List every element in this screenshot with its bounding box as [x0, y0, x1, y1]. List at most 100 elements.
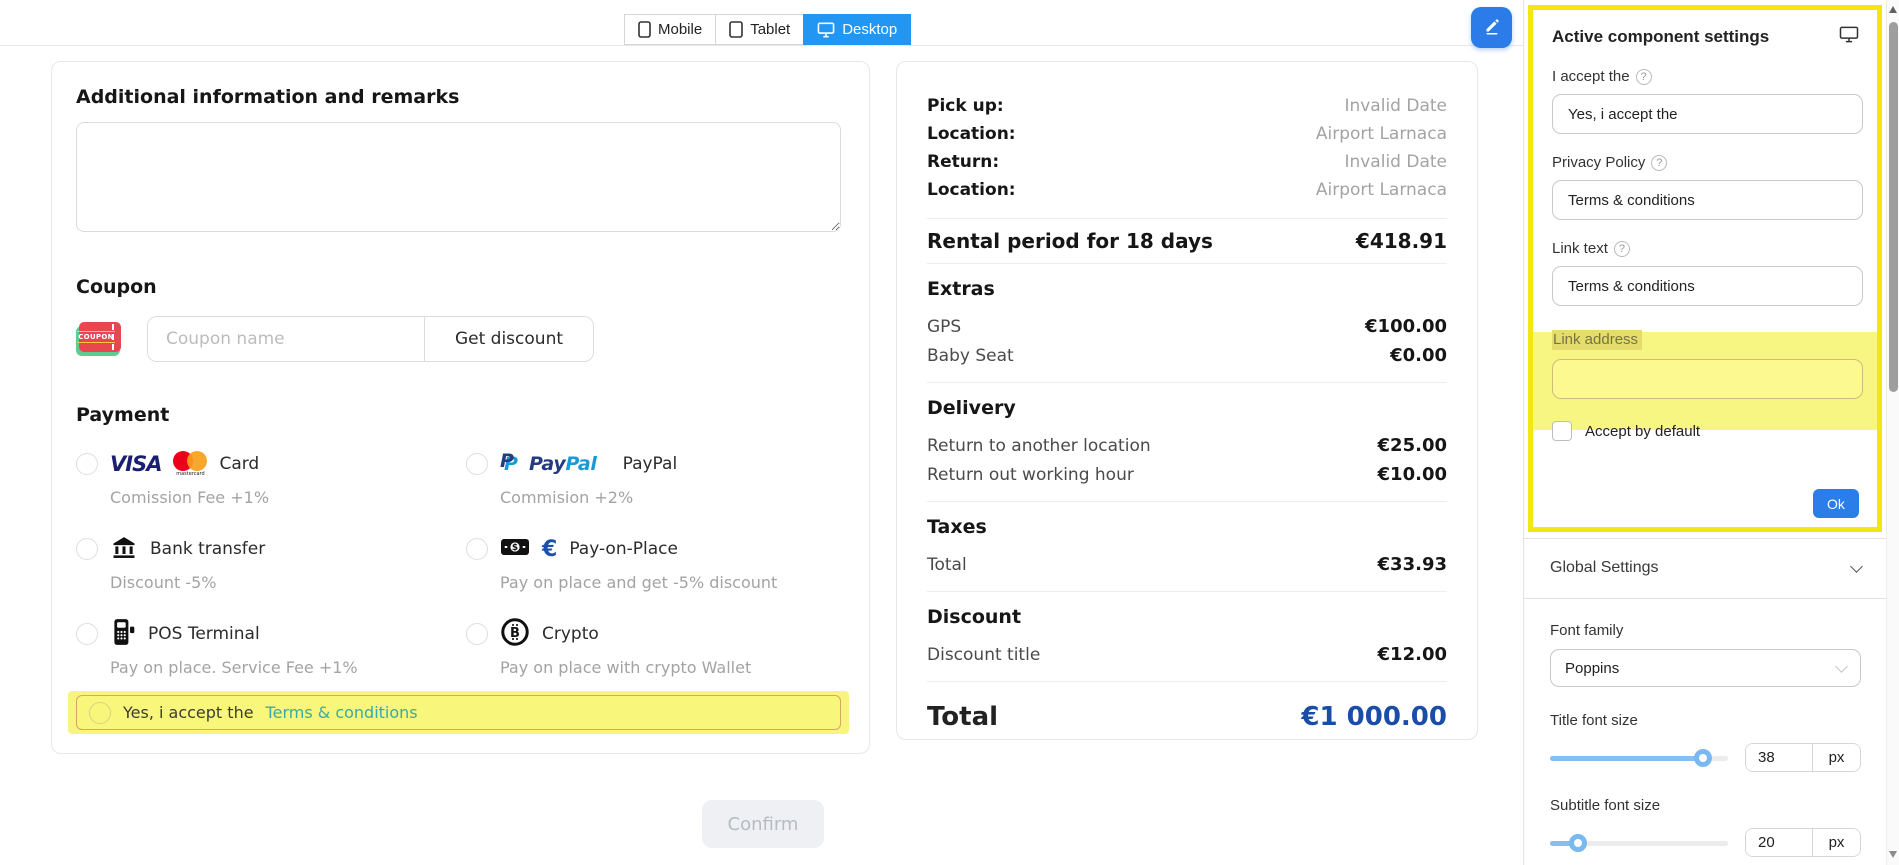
link-text-input[interactable]: [1552, 266, 1863, 306]
bank-transfer-caption: Discount -5%: [110, 573, 466, 592]
global-settings-content: Font family Poppins Title font size 38 p…: [1550, 622, 1861, 865]
svg-text:$: $: [512, 543, 518, 553]
crypto-radio[interactable]: [466, 623, 488, 645]
visa-logo: VISA: [110, 452, 161, 476]
accept-by-default-label: Accept by default: [1585, 423, 1700, 440]
device-desktop-button[interactable]: Desktop: [803, 14, 911, 45]
device-mobile-label: Mobile: [658, 21, 702, 38]
title-font-size-value[interactable]: 38: [1746, 744, 1812, 771]
topbar: Mobile Tablet Desktop: [0, 0, 1523, 46]
font-family-label: Font family: [1550, 622, 1861, 639]
mastercard-logo: mastercard: [173, 451, 207, 477]
subtitle-font-size-value[interactable]: 20: [1746, 829, 1812, 856]
mobile-icon: [638, 21, 651, 38]
pencil-icon: [1481, 15, 1503, 40]
get-discount-button[interactable]: Get discount: [424, 317, 593, 361]
title-font-size-slider[interactable]: [1550, 749, 1728, 767]
bitcoin-icon: B: [500, 617, 530, 651]
slider-thumb[interactable]: [1694, 749, 1712, 767]
pos-terminal-label: POS Terminal: [148, 624, 260, 644]
checkout-form-card: Additional information and remarks Coupo…: [51, 61, 870, 754]
chevron-down-icon: [1850, 560, 1863, 573]
help-icon[interactable]: ?: [1636, 69, 1652, 85]
device-desktop-label: Desktop: [842, 21, 897, 38]
monitor-icon[interactable]: [1839, 26, 1859, 48]
title-font-size-value-group: 38 px: [1745, 743, 1861, 772]
pay-on-place-caption: Pay on place and get -5% discount: [500, 573, 845, 592]
card-caption: Comission Fee +1%: [110, 488, 466, 507]
px-unit: px: [1812, 744, 1860, 771]
banknote-icon: $: [500, 536, 530, 562]
extras-title: Extras: [927, 278, 1447, 300]
edit-component-button[interactable]: [1471, 7, 1512, 48]
privacy-policy-input[interactable]: [1552, 180, 1863, 220]
privacy-field-label-row: Privacy Policy ?: [1552, 154, 1859, 171]
device-tablet-button[interactable]: Tablet: [715, 14, 803, 45]
coupon-name-input[interactable]: [148, 317, 424, 361]
link-address-label: Link address: [1552, 330, 1642, 350]
help-icon[interactable]: ?: [1614, 241, 1630, 257]
subtitle-font-size-value-group: 20 px: [1745, 828, 1861, 857]
bank-transfer-label: Bank transfer: [150, 539, 265, 559]
settings-panel: Active component settings I accept the ?…: [1523, 0, 1899, 865]
chevron-down-icon: [1835, 660, 1848, 673]
pay-on-place-radio[interactable]: [466, 538, 488, 560]
payment-option-crypto: B Crypto Pay on place with crypto Wallet: [466, 616, 845, 677]
scrollbar-thumb[interactable]: [1889, 22, 1898, 392]
pos-terminal-icon: [110, 618, 136, 650]
payment-title: Payment: [76, 404, 845, 426]
font-family-select[interactable]: Poppins: [1550, 649, 1861, 687]
terms-conditions-link[interactable]: Terms & conditions: [266, 703, 418, 722]
coupon-title: Coupon: [76, 276, 845, 298]
delivery-row-another-location: Return to another location €25.00: [927, 431, 1447, 460]
bank-transfer-radio[interactable]: [76, 538, 98, 560]
pos-terminal-radio[interactable]: [76, 623, 98, 645]
panel-scrollbar[interactable]: [1886, 0, 1899, 865]
px-unit: px: [1812, 829, 1860, 856]
link-address-input[interactable]: [1552, 359, 1863, 399]
rental-period-row: Rental period for 18 days €418.91: [927, 219, 1447, 263]
remarks-title: Additional information and remarks: [76, 86, 845, 108]
title-font-size-row: 38 px: [1550, 743, 1861, 772]
payment-methods-grid: VISA mastercard Card Comission Fee +1% P…: [76, 446, 845, 677]
summary-row-pickup-location: Location: Airport Larnaca: [927, 120, 1447, 148]
payment-option-pay-on-place: $ € Pay-on-Place Pay on place and get -5…: [466, 531, 845, 592]
ok-button[interactable]: Ok: [1813, 489, 1859, 518]
accept-field-label-row: I accept the ?: [1552, 68, 1859, 85]
device-mobile-button[interactable]: Mobile: [624, 14, 715, 45]
coupon-ticket-icon: COUPON: [76, 320, 124, 358]
grand-total-value: €1 000.00: [1301, 702, 1447, 732]
crypto-caption: Pay on place with crypto Wallet: [500, 658, 845, 677]
terms-row[interactable]: Yes, i accept the Terms & conditions: [76, 695, 841, 730]
panel-title: Active component settings: [1552, 27, 1769, 47]
accept-by-default-checkbox[interactable]: [1552, 421, 1572, 441]
grand-total-row: Total €1 000.00: [927, 688, 1447, 746]
pos-terminal-caption: Pay on place. Service Fee +1%: [110, 658, 466, 677]
paypal-wordmark: PayPal: [529, 453, 597, 475]
discount-title: Discount: [927, 606, 1447, 628]
global-settings-toggle[interactable]: Global Settings: [1550, 553, 1861, 583]
pay-on-place-label: Pay-on-Place: [569, 539, 678, 559]
paypal-caption: Commision +2%: [500, 488, 845, 507]
discount-row: Discount title €12.00: [927, 640, 1447, 669]
card-label: Card: [219, 454, 259, 474]
scroll-up-arrow-icon[interactable]: [1889, 6, 1897, 13]
help-icon[interactable]: ?: [1651, 155, 1667, 171]
confirm-button[interactable]: Confirm: [702, 800, 824, 848]
delivery-title: Delivery: [927, 397, 1447, 419]
remarks-textarea[interactable]: [76, 122, 841, 232]
scroll-down-arrow-icon[interactable]: [1889, 851, 1897, 858]
accept-text-input[interactable]: [1552, 94, 1863, 134]
terms-checkbox[interactable]: [89, 702, 111, 724]
subtitle-font-size-slider[interactable]: [1550, 834, 1728, 852]
paypal-radio[interactable]: [466, 453, 488, 475]
coupon-row: COUPON Get discount: [76, 316, 845, 362]
booking-summary-card: Pick up: Invalid Date Location: Airport …: [896, 61, 1478, 740]
card-radio[interactable]: [76, 453, 98, 475]
extras-row-baby-seat: Baby Seat €0.00: [927, 341, 1447, 370]
accept-by-default-row: Accept by default: [1552, 421, 1859, 441]
slider-thumb[interactable]: [1569, 834, 1587, 852]
payment-option-pos-terminal: POS Terminal Pay on place. Service Fee +…: [76, 616, 466, 677]
payment-option-paypal: P P PayPal PayPal Commision +2%: [466, 446, 845, 507]
coupon-input-group: Get discount: [147, 316, 594, 362]
